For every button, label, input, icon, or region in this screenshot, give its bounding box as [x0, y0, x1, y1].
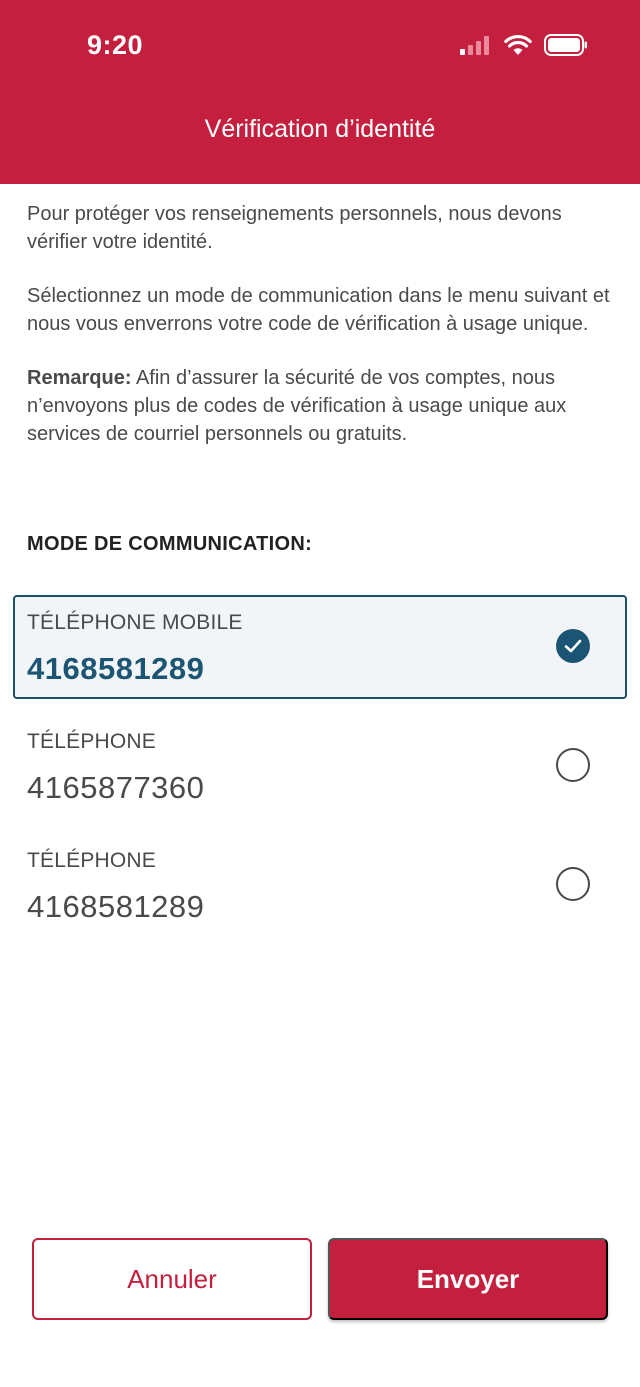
status-time: 9:20 [87, 30, 144, 60]
status-icons [460, 33, 588, 61]
option-phone-number: 4168581289 [27, 651, 205, 686]
intro-text: Pour protéger vos renseignements personn… [27, 200, 617, 474]
app-header: 9:20 Vérification d’identité [0, 0, 640, 184]
option-phone-1[interactable]: TÉLÉPHONE 4165877360 [13, 714, 627, 818]
radio-unchecked-icon[interactable] [556, 867, 590, 901]
intro-paragraph-2: Sélectionnez un mode de communication da… [27, 285, 610, 335]
intro-paragraph-1: Pour protéger vos renseignements personn… [27, 203, 562, 253]
identity-verification-screen: 9:20 Vérification d’identité Pour protég… [0, 0, 640, 1387]
option-mobile-phone[interactable]: TÉLÉPHONE MOBILE 4168581289 [13, 595, 627, 699]
note-label: Remarque: [27, 367, 132, 389]
option-phone-2[interactable]: TÉLÉPHONE 4168581289 [13, 833, 627, 937]
cellular-signal-icon [460, 35, 492, 60]
radio-checked-icon[interactable] [556, 629, 590, 663]
battery-icon [544, 33, 588, 61]
wifi-icon [504, 34, 532, 60]
security-note: Remarque: Afin d’assurer la sécurité de … [27, 364, 617, 448]
option-phone-number: 4165877360 [27, 770, 205, 805]
communication-mode-label: MODE DE COMMUNICATION: [27, 533, 313, 555]
option-type-label: TÉLÉPHONE [27, 849, 156, 872]
cancel-button[interactable]: Annuler [32, 1238, 312, 1320]
option-type-label: TÉLÉPHONE [27, 730, 156, 753]
send-button[interactable]: Envoyer [328, 1238, 608, 1320]
option-phone-number: 4168581289 [27, 889, 205, 924]
option-type-label: TÉLÉPHONE MOBILE [27, 611, 243, 634]
radio-unchecked-icon[interactable] [556, 748, 590, 782]
page-title: Vérification d’identité [204, 115, 436, 143]
